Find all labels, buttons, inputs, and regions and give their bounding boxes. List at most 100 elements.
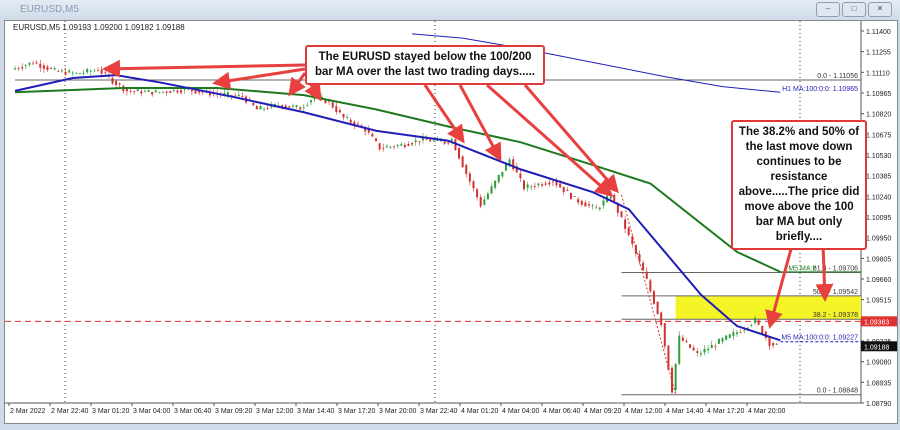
candle-body	[346, 117, 349, 119]
candle-body	[725, 335, 728, 340]
annotation-arrow	[102, 59, 306, 78]
candle-body	[483, 199, 486, 205]
x-tick-label: 4 Mar 14:40	[666, 408, 703, 415]
candle-body	[497, 174, 500, 183]
candle-body	[176, 90, 179, 93]
candle-body	[602, 200, 605, 206]
candle-body	[226, 92, 229, 95]
restore-button[interactable]: □	[842, 2, 866, 17]
candle-body	[14, 68, 16, 70]
candle-body	[165, 91, 168, 93]
candle-body	[717, 338, 720, 344]
candle-body	[331, 102, 334, 108]
candle-body	[75, 72, 78, 74]
candle-body	[335, 106, 338, 113]
y-tick-label: 1.11255	[866, 50, 891, 57]
y-tick-label: 1.09950	[866, 236, 891, 243]
candle-body	[136, 89, 139, 92]
candle-body	[97, 70, 100, 71]
candle-body	[544, 183, 547, 185]
candle-body	[721, 338, 724, 342]
candle-body	[375, 138, 377, 142]
candle-body	[429, 139, 432, 142]
candle-body	[400, 144, 403, 146]
candle-body	[476, 189, 479, 198]
candle-body	[761, 326, 764, 334]
close-button[interactable]: ✕	[868, 2, 892, 17]
candle-body	[28, 62, 31, 65]
candle-body	[147, 90, 150, 92]
candle-body	[411, 143, 414, 145]
candle-body	[595, 207, 598, 209]
candle-body	[689, 344, 692, 348]
y-tick-label: 1.10530	[866, 153, 891, 160]
candle-body	[468, 173, 471, 182]
candle-body	[100, 69, 103, 74]
candle-body	[407, 144, 410, 146]
candle-body	[115, 80, 118, 86]
bid-price-label: 1.09363	[864, 319, 889, 326]
candle-body	[587, 204, 590, 206]
candle-body	[169, 91, 172, 93]
x-tick-label: 3 Mar 14:40	[297, 408, 334, 415]
fib-label: 0.0 - 1.11056	[817, 73, 858, 80]
candle-body	[385, 146, 388, 148]
candle-body	[660, 312, 663, 326]
x-tick-label: 4 Mar 17:20	[707, 408, 744, 415]
candle-body	[490, 186, 493, 194]
candle-body	[418, 141, 421, 143]
candle-body	[118, 83, 121, 85]
candle-body	[775, 343, 778, 345]
candle-body	[461, 156, 464, 168]
candle-body	[609, 196, 612, 199]
candle-body	[396, 145, 399, 146]
x-tick-label: 4 Mar 04:00	[502, 408, 539, 415]
candle-body	[414, 140, 417, 143]
y-tick-label: 1.08935	[866, 380, 891, 387]
candle-body	[154, 90, 157, 93]
candle-body	[78, 73, 81, 75]
candle-body	[591, 204, 594, 206]
candle-body	[569, 193, 572, 199]
annotation-right: The 38.2% and 50% of the last move down …	[731, 120, 867, 250]
candle-body	[237, 94, 240, 96]
x-tick-label: 4 Mar 12:00	[625, 408, 662, 415]
candle-body	[263, 108, 266, 110]
x-tick-label: 3 Mar 06:40	[174, 408, 211, 415]
candle-body	[642, 262, 645, 271]
x-tick-label: 3 Mar 09:20	[215, 408, 252, 415]
annotation-left: The EURUSD stayed below the 100/200 bar …	[305, 45, 545, 85]
candle-body	[310, 100, 313, 103]
candle-body	[562, 186, 565, 193]
x-tick-label: 3 Mar 17:20	[338, 408, 375, 415]
x-tick-label: 3 Mar 04:00	[133, 408, 170, 415]
candle-body	[551, 181, 554, 183]
y-tick-label: 1.09080	[866, 360, 891, 367]
fib-label: 38.2 - 1.09378	[813, 312, 858, 319]
candle-body	[663, 323, 666, 347]
candle-body	[190, 89, 193, 92]
title-bar: EURUSD,M5 – □ ✕	[0, 0, 900, 20]
minimize-button[interactable]: –	[816, 2, 840, 17]
candle-body	[486, 193, 489, 200]
price-chart[interactable]: 1.11400 1.11255 1.11110 1.10965 1.10820 1.106…	[4, 20, 898, 424]
candle-body	[60, 70, 63, 72]
candle-body	[526, 184, 529, 188]
candle-body	[548, 182, 551, 185]
candle-body	[133, 91, 136, 92]
y-tick-label: 1.11110	[866, 70, 890, 77]
m5-ma100-label: M5 MA:100:0:0: 1.09227	[781, 335, 858, 342]
candle-body	[389, 146, 392, 148]
candle-body	[39, 63, 42, 68]
candle-body	[638, 254, 641, 262]
candle-body	[707, 348, 710, 351]
candle-body	[46, 66, 49, 70]
candle-body	[674, 363, 677, 391]
candle-body	[678, 335, 681, 364]
candle-body	[21, 67, 24, 69]
candle-body	[393, 146, 396, 148]
candle-body	[685, 340, 688, 342]
candle-body	[736, 332, 738, 335]
candle-body	[194, 90, 197, 94]
candle-body	[382, 147, 385, 149]
